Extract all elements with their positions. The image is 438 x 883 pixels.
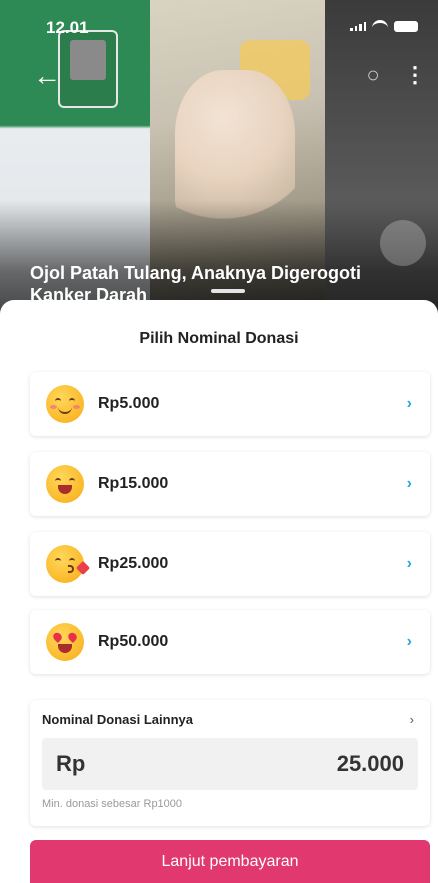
status-time: 12.01 <box>46 18 89 37</box>
status-bar: 12.01 <box>0 0 438 44</box>
smile-emoji-icon <box>46 385 84 423</box>
share-icon[interactable]: ○ <box>360 62 386 88</box>
chevron-right-icon[interactable]: › <box>410 712 414 727</box>
wifi-icon <box>372 20 388 32</box>
donation-amount: Rp25.000 <box>98 555 169 572</box>
donation-amount: Rp50.000 <box>98 633 169 650</box>
chevron-right-icon: › <box>406 395 412 412</box>
arrow-left-icon[interactable]: ← <box>33 62 61 90</box>
custom-donation-label: Nominal Donasi Lainnya <box>42 712 193 727</box>
heart-icon[interactable] <box>380 220 426 266</box>
kiss-emoji-icon <box>46 545 91 583</box>
chevron-right-icon: › <box>406 633 412 650</box>
custom-amount-input[interactable] <box>204 751 404 777</box>
donation-amount: Rp5.000 <box>98 395 160 412</box>
custom-amount-field[interactable]: Rp <box>42 738 418 790</box>
driver-photo <box>70 40 106 80</box>
continue-payment-button[interactable]: Lanjut pembayaran <box>30 840 430 883</box>
donation-option-15000[interactable]: Rp15.000 › <box>30 452 430 516</box>
donation-option-50000[interactable]: Rp50.000 › <box>30 610 430 674</box>
donation-amount: Rp15.000 <box>98 475 169 492</box>
currency-label: Rp <box>56 751 86 776</box>
more-vertical-icon[interactable]: ⋮ <box>404 62 426 88</box>
donation-option-25000[interactable]: Rp25.000 › <box>30 532 430 596</box>
grin-emoji-icon <box>46 465 84 503</box>
signal-icon <box>350 21 366 31</box>
sheet-grabber[interactable] <box>211 289 245 293</box>
custom-donation-card: Nominal Donasi Lainnya › Rp Min. donasi … <box>30 700 430 826</box>
battery-icon <box>394 20 418 32</box>
sheet-title: Pilih Nominal Donasi <box>139 330 299 347</box>
status-icons <box>350 20 418 32</box>
heart-eyes-emoji-icon <box>46 623 84 661</box>
donation-option-5000[interactable]: Rp5.000 › <box>30 372 430 436</box>
minimum-donation-note: Min. donasi sebesar Rp1000 <box>42 798 183 810</box>
chevron-right-icon: › <box>406 475 412 492</box>
chevron-right-icon: › <box>406 555 412 572</box>
